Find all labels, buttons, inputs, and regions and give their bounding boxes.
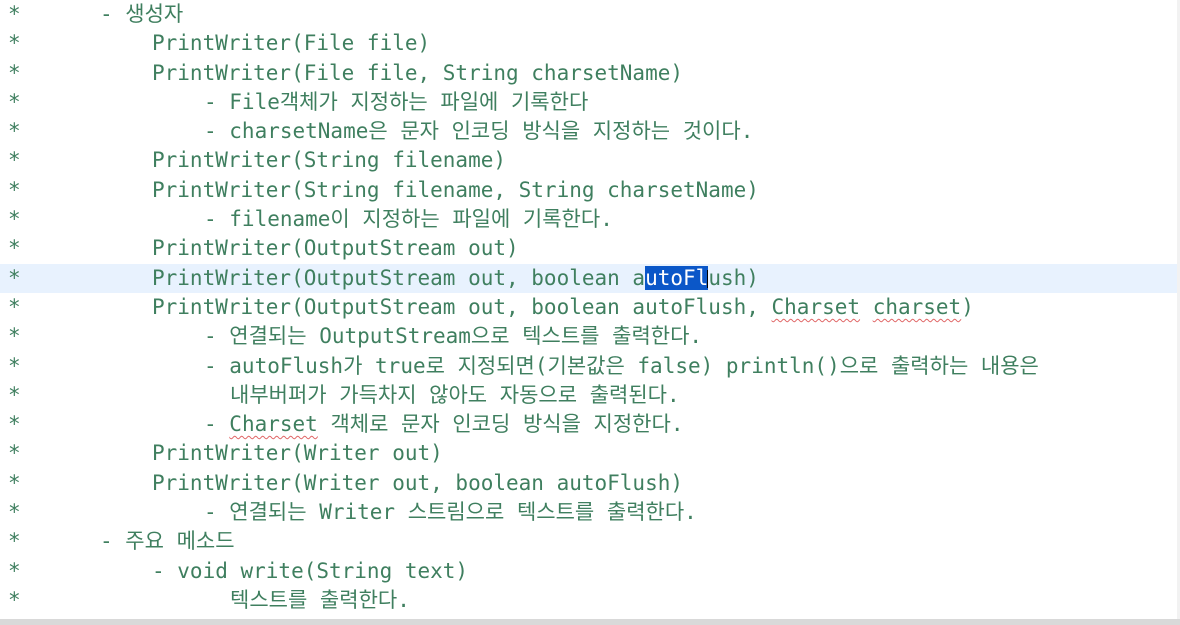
line-text: PrintWriter(String filename)	[152, 148, 507, 173]
code-line[interactable]: * - 주요 메소드	[0, 527, 1180, 556]
code-line[interactable]: * 내부버퍼가 가득차지 않아도 자동으로 출력된다.	[0, 381, 1180, 410]
comment-marker: *	[8, 382, 21, 407]
code-line[interactable]: * PrintWriter(File file, String charsetNa…	[0, 59, 1180, 88]
comment-marker: *	[8, 119, 21, 144]
comment-marker: *	[8, 441, 21, 466]
comment-marker: *	[8, 353, 21, 378]
comment-marker: *	[8, 2, 21, 26]
comment-marker: *	[8, 89, 21, 114]
line-text: - 생성자	[100, 2, 184, 26]
code-line[interactable]: * - charsetName은 문자 인코딩 방식을 지정하는 것이다.	[0, 117, 1180, 146]
code-line[interactable]: * PrintWriter(OutputStream out)	[0, 234, 1180, 263]
code-line[interactable]: * - 생성자	[0, 0, 1180, 29]
text-cursor	[707, 269, 709, 288]
comment-marker: *	[8, 31, 21, 56]
line-text: 내부버퍼가 가득차지 않아도 자동으로 출력된다.	[230, 382, 680, 407]
code-line[interactable]: * - 연결되는 Writer 스트림으로 텍스트를 출력한다.	[0, 498, 1180, 527]
code-line[interactable]: * - filename이 지정하는 파일에 기록한다.	[0, 205, 1180, 234]
editor-lines: * - 생성자 * PrintWriter(File file) * PrintWrite…	[0, 0, 1180, 615]
spelling-squiggle: charset	[872, 294, 962, 319]
code-line[interactable]: * PrintWriter(OutputStream out, boolean a…	[0, 293, 1180, 322]
code-line[interactable]: * - void write(String text)	[0, 557, 1180, 586]
comment-marker: *	[8, 558, 21, 583]
code-line[interactable]: * - File객체가 지정하는 파일에 기록한다	[0, 88, 1180, 117]
comment-marker: *	[8, 236, 21, 261]
line-text: - charsetName은 문자 인코딩 방식을 지정하는 것이다.	[204, 119, 754, 144]
code-line[interactable]: * 텍스트를 출력한다.	[0, 586, 1180, 615]
code-line[interactable]: * - Charset 객체로 문자 인코딩 방식을 지정한다.	[0, 410, 1180, 439]
code-line[interactable]: * PrintWriter(Writer out)	[0, 439, 1180, 468]
text-selection: utoFl	[645, 265, 709, 290]
comment-marker: *	[8, 265, 21, 290]
comment-marker: *	[8, 294, 21, 319]
code-line[interactable]: * PrintWriter(String filename, String cha…	[0, 176, 1180, 205]
line-text: - 연결되는 Writer 스트림으로 텍스트를 출력한다.	[204, 500, 697, 525]
line-text: 텍스트를 출력한다.	[230, 587, 410, 612]
code-line[interactable]: * PrintWriter(File file)	[0, 29, 1180, 58]
comment-marker: *	[8, 500, 21, 525]
line-text: - void write(String text)	[152, 558, 469, 583]
line-text: PrintWriter(String filename, String char…	[152, 177, 759, 202]
line-text: - 연결되는 OutputStream으로 텍스트를 출력한다.	[204, 324, 703, 349]
comment-marker: *	[8, 470, 21, 495]
code-line[interactable]: * PrintWriter(Writer out, boolean autoFlu…	[0, 469, 1180, 498]
line-text: PrintWriter(OutputStream out, boolean au…	[152, 265, 759, 290]
comment-marker: *	[8, 324, 21, 349]
comment-marker: *	[8, 207, 21, 232]
line-text: PrintWriter(File file)	[152, 31, 431, 56]
comment-marker: *	[8, 587, 21, 612]
line-text: - filename이 지정하는 파일에 기록한다.	[204, 207, 613, 232]
line-text: - Charset 객체로 문자 인코딩 방식을 지정한다.	[204, 412, 684, 437]
line-text: PrintWriter(Writer out, boolean autoFlus…	[152, 470, 684, 495]
current-line[interactable]: * PrintWriter(OutputStream out, boolean a…	[0, 263, 1180, 293]
line-text: PrintWriter(Writer out)	[152, 441, 443, 466]
line-text: PrintWriter(OutputStream out, boolean au…	[152, 294, 974, 319]
code-editor[interactable]: * - 생성자 * PrintWriter(File file) * PrintWrite…	[0, 0, 1180, 625]
spelling-squiggle: Charset	[229, 412, 318, 437]
spelling-squiggle: Charset	[771, 294, 861, 319]
line-text: - 주요 메소드	[100, 529, 235, 554]
line-text: PrintWriter(File file, String charsetNam…	[152, 60, 684, 85]
horizontal-scrollbar[interactable]	[0, 619, 1180, 625]
line-text: PrintWriter(OutputStream out)	[152, 236, 519, 261]
comment-marker: *	[8, 60, 21, 85]
comment-marker: *	[8, 148, 21, 173]
code-line[interactable]: * - autoFlush가 true로 지정되면(기본값은 false) pri…	[0, 352, 1180, 381]
code-line[interactable]: * - 연결되는 OutputStream으로 텍스트를 출력한다.	[0, 322, 1180, 351]
line-text: - autoFlush가 true로 지정되면(기본값은 false) prin…	[204, 353, 1039, 378]
comment-marker: *	[8, 412, 21, 437]
comment-marker: *	[8, 529, 21, 554]
line-text: - File객체가 지정하는 파일에 기록한다	[204, 89, 589, 114]
code-line[interactable]: * PrintWriter(String filename)	[0, 146, 1180, 175]
comment-marker: *	[8, 177, 21, 202]
